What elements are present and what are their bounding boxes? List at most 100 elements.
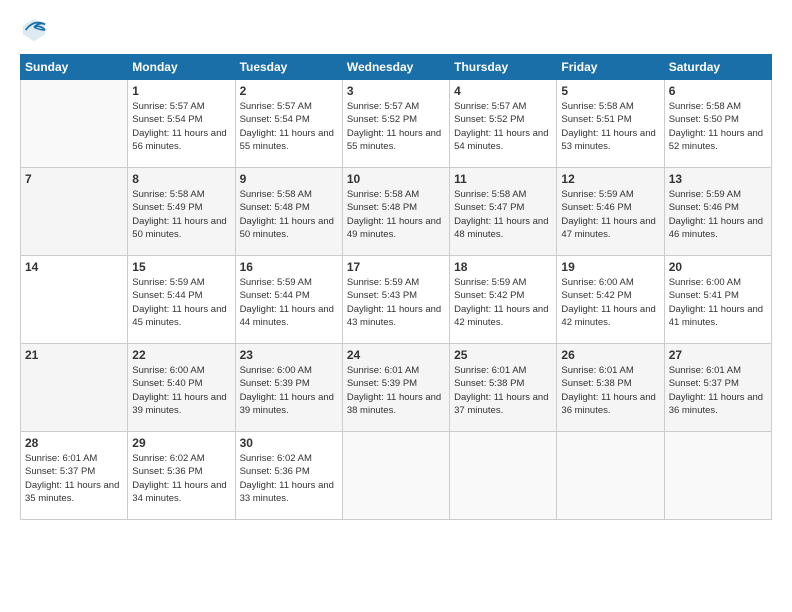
table-row <box>557 432 664 520</box>
day-number: 25 <box>454 348 552 362</box>
day-number: 20 <box>669 260 767 274</box>
table-row <box>21 80 128 168</box>
day-info: Sunrise: 6:01 AM Sunset: 5:39 PM Dayligh… <box>347 364 445 417</box>
table-row: 25 Sunrise: 6:01 AM Sunset: 5:38 PM Dayli… <box>450 344 557 432</box>
table-row: 13 Sunrise: 5:59 AM Sunset: 5:46 PM Dayli… <box>664 168 771 256</box>
logo <box>20 16 52 44</box>
day-number: 26 <box>561 348 659 362</box>
table-row: 17 Sunrise: 5:59 AM Sunset: 5:43 PM Dayli… <box>342 256 449 344</box>
day-number: 29 <box>132 436 230 450</box>
logo-icon <box>20 16 48 44</box>
day-number: 1 <box>132 84 230 98</box>
day-info: Sunrise: 5:58 AM Sunset: 5:50 PM Dayligh… <box>669 100 767 153</box>
day-number: 15 <box>132 260 230 274</box>
day-info: Sunrise: 6:01 AM Sunset: 5:37 PM Dayligh… <box>25 452 123 505</box>
day-info: Sunrise: 5:59 AM Sunset: 5:42 PM Dayligh… <box>454 276 552 329</box>
day-number: 22 <box>132 348 230 362</box>
calendar-table: Sunday Monday Tuesday Wednesday Thursday… <box>20 54 772 520</box>
table-row: 8 Sunrise: 5:58 AM Sunset: 5:49 PM Daylig… <box>128 168 235 256</box>
day-info: Sunrise: 5:59 AM Sunset: 5:44 PM Dayligh… <box>132 276 230 329</box>
week-row-1: 1 Sunrise: 5:57 AM Sunset: 5:54 PM Daylig… <box>21 80 772 168</box>
table-row: 30 Sunrise: 6:02 AM Sunset: 5:36 PM Dayli… <box>235 432 342 520</box>
table-row: 19 Sunrise: 6:00 AM Sunset: 5:42 PM Dayli… <box>557 256 664 344</box>
table-row: 14 <box>21 256 128 344</box>
day-info: Sunrise: 6:01 AM Sunset: 5:37 PM Dayligh… <box>669 364 767 417</box>
week-row-2: 78 Sunrise: 5:58 AM Sunset: 5:49 PM Dayli… <box>21 168 772 256</box>
day-info: Sunrise: 5:59 AM Sunset: 5:46 PM Dayligh… <box>561 188 659 241</box>
day-info: Sunrise: 6:00 AM Sunset: 5:40 PM Dayligh… <box>132 364 230 417</box>
day-info: Sunrise: 5:57 AM Sunset: 5:54 PM Dayligh… <box>240 100 338 153</box>
table-row: 11 Sunrise: 5:58 AM Sunset: 5:47 PM Dayli… <box>450 168 557 256</box>
day-number: 10 <box>347 172 445 186</box>
table-row: 21 <box>21 344 128 432</box>
day-number: 21 <box>25 348 123 362</box>
table-row: 7 <box>21 168 128 256</box>
day-info: Sunrise: 5:58 AM Sunset: 5:48 PM Dayligh… <box>240 188 338 241</box>
table-row: 23Sunrise: 6:00 AM Sunset: 5:39 PM Dayli… <box>235 344 342 432</box>
day-number: 19 <box>561 260 659 274</box>
day-number: 24 <box>347 348 445 362</box>
col-wednesday: Wednesday <box>342 55 449 80</box>
day-info: Sunrise: 6:01 AM Sunset: 5:38 PM Dayligh… <box>561 364 659 417</box>
day-info: Sunrise: 6:00 AM Sunset: 5:39 PM Dayligh… <box>240 364 338 417</box>
header <box>20 16 772 44</box>
day-number: 5 <box>561 84 659 98</box>
day-number: 30 <box>240 436 338 450</box>
day-info: Sunrise: 5:58 AM Sunset: 5:47 PM Dayligh… <box>454 188 552 241</box>
day-info: Sunrise: 6:00 AM Sunset: 5:42 PM Dayligh… <box>561 276 659 329</box>
table-row: 18 Sunrise: 5:59 AM Sunset: 5:42 PM Dayli… <box>450 256 557 344</box>
table-row: 22 Sunrise: 6:00 AM Sunset: 5:40 PM Dayli… <box>128 344 235 432</box>
day-info: Sunrise: 5:59 AM Sunset: 5:43 PM Dayligh… <box>347 276 445 329</box>
table-row: 4 Sunrise: 5:57 AM Sunset: 5:52 PM Daylig… <box>450 80 557 168</box>
col-friday: Friday <box>557 55 664 80</box>
table-row: 9 Sunrise: 5:58 AM Sunset: 5:48 PM Daylig… <box>235 168 342 256</box>
table-row: 5 Sunrise: 5:58 AM Sunset: 5:51 PM Daylig… <box>557 80 664 168</box>
day-number: 9 <box>240 172 338 186</box>
table-row: 24 Sunrise: 6:01 AM Sunset: 5:39 PM Dayli… <box>342 344 449 432</box>
day-number: 11 <box>454 172 552 186</box>
day-info: Sunrise: 5:57 AM Sunset: 5:52 PM Dayligh… <box>454 100 552 153</box>
day-number: 13 <box>669 172 767 186</box>
day-number: 6 <box>669 84 767 98</box>
calendar-header-row: Sunday Monday Tuesday Wednesday Thursday… <box>21 55 772 80</box>
table-row: 29Sunrise: 6:02 AM Sunset: 5:36 PM Dayli… <box>128 432 235 520</box>
day-info: Sunrise: 5:57 AM Sunset: 5:54 PM Dayligh… <box>132 100 230 153</box>
day-info: Sunrise: 5:58 AM Sunset: 5:49 PM Dayligh… <box>132 188 230 241</box>
day-number: 17 <box>347 260 445 274</box>
day-number: 7 <box>25 172 123 186</box>
day-info: Sunrise: 6:01 AM Sunset: 5:38 PM Dayligh… <box>454 364 552 417</box>
col-tuesday: Tuesday <box>235 55 342 80</box>
day-info: Sunrise: 5:57 AM Sunset: 5:52 PM Dayligh… <box>347 100 445 153</box>
day-number: 2 <box>240 84 338 98</box>
table-row: 3Sunrise: 5:57 AM Sunset: 5:52 PM Daylig… <box>342 80 449 168</box>
col-monday: Monday <box>128 55 235 80</box>
day-info: Sunrise: 6:00 AM Sunset: 5:41 PM Dayligh… <box>669 276 767 329</box>
col-sunday: Sunday <box>21 55 128 80</box>
table-row: 2 Sunrise: 5:57 AM Sunset: 5:54 PM Daylig… <box>235 80 342 168</box>
table-row <box>450 432 557 520</box>
table-row: 28Sunrise: 6:01 AM Sunset: 5:37 PM Dayli… <box>21 432 128 520</box>
day-number: 8 <box>132 172 230 186</box>
week-row-5: 28Sunrise: 6:01 AM Sunset: 5:37 PM Dayli… <box>21 432 772 520</box>
day-info: Sunrise: 5:58 AM Sunset: 5:51 PM Dayligh… <box>561 100 659 153</box>
table-row: 16Sunrise: 5:59 AM Sunset: 5:44 PM Dayli… <box>235 256 342 344</box>
table-row <box>664 432 771 520</box>
day-info: Sunrise: 6:02 AM Sunset: 5:36 PM Dayligh… <box>240 452 338 505</box>
table-row <box>342 432 449 520</box>
table-row: 27Sunrise: 6:01 AM Sunset: 5:37 PM Dayli… <box>664 344 771 432</box>
day-info: Sunrise: 5:59 AM Sunset: 5:46 PM Dayligh… <box>669 188 767 241</box>
table-row: 26 Sunrise: 6:01 AM Sunset: 5:38 PM Dayli… <box>557 344 664 432</box>
day-number: 12 <box>561 172 659 186</box>
day-number: 14 <box>25 260 123 274</box>
day-number: 4 <box>454 84 552 98</box>
day-number: 18 <box>454 260 552 274</box>
table-row: 1 Sunrise: 5:57 AM Sunset: 5:54 PM Daylig… <box>128 80 235 168</box>
table-row: 12 Sunrise: 5:59 AM Sunset: 5:46 PM Dayli… <box>557 168 664 256</box>
col-saturday: Saturday <box>664 55 771 80</box>
table-row: 15 Sunrise: 5:59 AM Sunset: 5:44 PM Dayli… <box>128 256 235 344</box>
day-info: Sunrise: 5:58 AM Sunset: 5:48 PM Dayligh… <box>347 188 445 241</box>
page: Sunday Monday Tuesday Wednesday Thursday… <box>0 0 792 612</box>
table-row: 20 Sunrise: 6:00 AM Sunset: 5:41 PM Dayli… <box>664 256 771 344</box>
week-row-3: 14 15 Sunrise: 5:59 AM Sunset: 5:44 PM Day… <box>21 256 772 344</box>
day-number: 16 <box>240 260 338 274</box>
